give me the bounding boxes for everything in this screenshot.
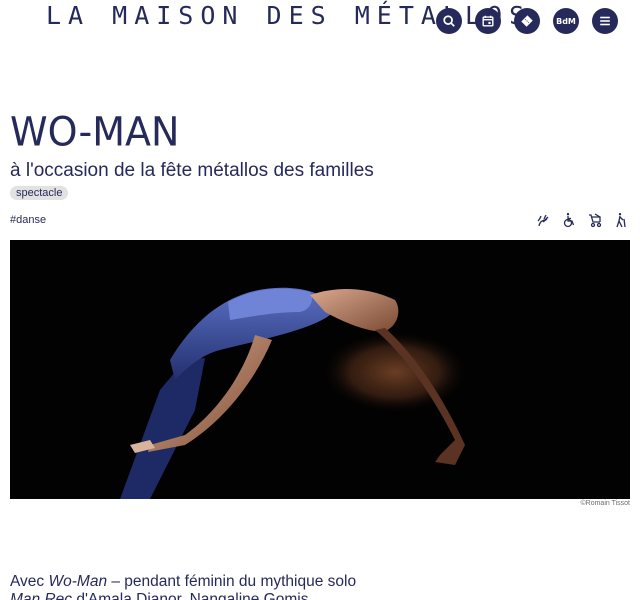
page-title: WO-MAN	[10, 108, 180, 156]
tag-link[interactable]: #danse	[10, 214, 46, 226]
hero-photo	[10, 240, 630, 499]
menu-button[interactable]	[592, 8, 618, 34]
solo-title: Man Rec	[10, 591, 73, 600]
accessibility-icons	[536, 212, 628, 228]
menu-icon	[600, 16, 610, 26]
sign-language-icon	[536, 212, 550, 228]
search-button[interactable]	[436, 8, 462, 34]
ticket-button[interactable]	[514, 8, 540, 34]
intro-text-2: – pendant féminin du mythique solo	[107, 573, 357, 590]
calendar-button[interactable]	[475, 8, 501, 34]
calendar-icon	[482, 15, 494, 27]
category-badge[interactable]: spectacle	[10, 186, 69, 200]
bdm-icon: BdM	[556, 16, 576, 26]
work-title: Wo-Man	[48, 573, 108, 590]
header-nav: BdM	[436, 8, 618, 34]
page-subtitle: à l'occasion de la fête métallos des fam…	[10, 160, 374, 181]
wheelchair-icon	[562, 212, 576, 228]
intro-text-1: Avec	[10, 573, 49, 590]
cane-walker-icon	[614, 212, 628, 228]
bdm-button[interactable]: BdM	[553, 8, 579, 34]
ticket-icon	[521, 15, 533, 27]
intro-paragraph: Avec Wo-Man – pendant féminin du mythiqu…	[10, 573, 370, 600]
intro-text-3: d'Amala Dianor, Nangaline Gomis	[72, 591, 309, 600]
dancer-image	[10, 240, 630, 499]
photo-credit: ©Romain Tissot	[580, 500, 630, 507]
stroller-icon	[588, 212, 602, 228]
search-icon	[443, 15, 455, 27]
